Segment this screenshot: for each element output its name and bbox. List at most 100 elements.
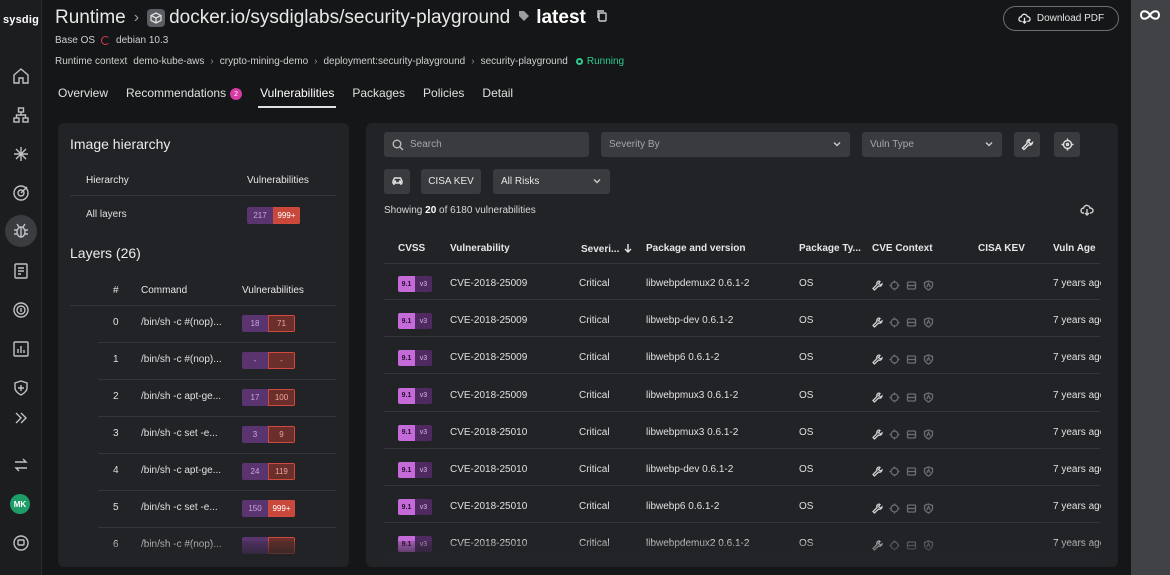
col-vulnerability[interactable]: Vulnerability xyxy=(450,243,510,254)
fix-available-icon[interactable] xyxy=(906,278,917,296)
target-icon[interactable] xyxy=(7,179,35,207)
vulnerability-id[interactable]: CVE-2018-25009 xyxy=(450,315,527,326)
context-workload[interactable]: security-playground xyxy=(481,56,568,67)
context-namespace[interactable]: crypto-mining-demo xyxy=(220,56,308,67)
fingerprint-icon[interactable] xyxy=(7,296,35,324)
exploit-wrench-icon[interactable] xyxy=(872,352,883,370)
exploit-wrench-icon[interactable] xyxy=(872,501,883,519)
crosshair-filter-button[interactable] xyxy=(1054,132,1080,157)
status-badge: Running xyxy=(575,56,624,67)
context-cluster[interactable]: demo-kube-aws xyxy=(133,56,204,67)
shield-icon[interactable] xyxy=(923,501,934,519)
fix-available-icon[interactable] xyxy=(906,464,917,482)
col-cve-context[interactable]: CVE Context xyxy=(872,243,933,254)
shield-icon[interactable] xyxy=(923,427,934,445)
exploit-wrench-icon[interactable] xyxy=(872,464,883,482)
severity-by-select[interactable]: Severity By xyxy=(601,132,850,157)
severity: Critical xyxy=(579,278,610,289)
vulnerability-id[interactable]: CVE-2018-25010 xyxy=(450,427,527,438)
layer-command[interactable]: /bin/sh -c set -e... xyxy=(141,502,218,513)
home-icon[interactable] xyxy=(7,62,35,90)
vulnerability-id[interactable]: CVE-2018-25010 xyxy=(450,464,527,475)
network-icon[interactable] xyxy=(7,140,35,168)
wrench-filter-button[interactable] xyxy=(1014,132,1040,157)
layer-command[interactable]: /bin/sh -c set -e... xyxy=(141,428,218,439)
vulnerability-id[interactable]: CVE-2018-25009 xyxy=(450,352,527,363)
layer-command[interactable]: /bin/sh -c apt-ge... xyxy=(141,465,221,476)
left-nav: sysdig MK xyxy=(0,0,42,575)
in-use-crosshair-icon[interactable] xyxy=(889,278,900,296)
vuln-type-select[interactable]: Vuln Type xyxy=(862,132,1002,157)
col-cvss[interactable]: CVSS xyxy=(398,243,425,254)
shield-icon[interactable] xyxy=(923,315,934,333)
in-use-crosshair-icon[interactable] xyxy=(889,501,900,519)
fix-available-icon[interactable] xyxy=(906,352,917,370)
exploit-wrench-icon[interactable] xyxy=(872,315,883,333)
layer-command[interactable]: /bin/sh -c apt-ge... xyxy=(141,391,221,402)
col-package[interactable]: Package and version xyxy=(646,243,746,254)
cve-context-icons xyxy=(872,315,934,333)
sysdig-logo[interactable]: sysdig xyxy=(0,14,42,26)
vulnerability-id[interactable]: CVE-2018-25009 xyxy=(450,278,527,289)
in-use-crosshair-icon[interactable] xyxy=(889,315,900,333)
avatar[interactable]: MK xyxy=(10,494,30,514)
tab-detail[interactable]: Detail xyxy=(482,86,513,108)
risks-select[interactable]: All Risks xyxy=(493,169,610,194)
tab-recommendations[interactable]: Recommendations 2 xyxy=(126,86,243,108)
package-version[interactable]: libwebp-dev 0.6.1-2 xyxy=(646,315,733,326)
runtime-filter-button[interactable] xyxy=(384,169,410,194)
package-version[interactable]: libwebpdemux2 0.6.1-2 xyxy=(646,278,749,289)
exploit-wrench-icon[interactable] xyxy=(872,390,883,408)
col-severity[interactable]: Severi... xyxy=(581,243,633,255)
package-version[interactable]: libwebp6 0.6.1-2 xyxy=(646,352,719,363)
help-chat-icon[interactable] xyxy=(7,529,35,557)
report-icon[interactable] xyxy=(7,257,35,285)
chevron-right-icon: › xyxy=(314,56,318,67)
download-pdf-button[interactable]: Download PDF xyxy=(1003,6,1119,31)
tab-policies[interactable]: Policies xyxy=(423,86,464,108)
export-cloud-icon[interactable] xyxy=(1080,203,1094,222)
vulnerability-id[interactable]: CVE-2018-25010 xyxy=(450,501,527,512)
in-use-crosshair-icon[interactable] xyxy=(889,464,900,482)
page-title: Runtime xyxy=(55,7,126,28)
exploit-wrench-icon[interactable] xyxy=(872,427,883,445)
layer-command[interactable]: /bin/sh -c #(nop)... xyxy=(141,354,222,365)
col-package-type[interactable]: Package Ty... xyxy=(799,243,861,254)
tab-packages[interactable]: Packages xyxy=(352,86,405,108)
col-vuln-age[interactable]: Vuln Age xyxy=(1053,243,1096,254)
copy-icon[interactable] xyxy=(596,9,608,27)
fix-available-icon[interactable] xyxy=(906,390,917,408)
bug-icon[interactable] xyxy=(5,215,37,247)
in-use-crosshair-icon[interactable] xyxy=(889,390,900,408)
in-use-crosshair-icon[interactable] xyxy=(889,427,900,445)
shield-icon[interactable] xyxy=(923,352,934,370)
shield-icon[interactable] xyxy=(923,390,934,408)
fix-available-icon[interactable] xyxy=(906,427,917,445)
infinity-icon[interactable] xyxy=(1139,8,1161,22)
vulnerability-id[interactable]: CVE-2018-25009 xyxy=(450,390,527,401)
exploit-wrench-icon[interactable] xyxy=(872,278,883,296)
shield-icon[interactable] xyxy=(923,464,934,482)
package-version[interactable]: libwebpmux3 0.6.1-2 xyxy=(646,390,738,401)
shield-icon[interactable] xyxy=(923,278,934,296)
context-deployment[interactable]: deployment:security-playground xyxy=(323,56,465,67)
tab-vulnerabilities[interactable]: Vulnerabilities xyxy=(258,86,337,108)
chart-icon[interactable] xyxy=(7,335,35,363)
in-use-crosshair-icon[interactable] xyxy=(889,352,900,370)
package-version[interactable]: libwebp6 0.6.1-2 xyxy=(646,501,719,512)
cisa-kev-filter[interactable]: CISA KEV xyxy=(421,169,481,194)
search-input[interactable]: Search xyxy=(384,132,589,157)
sync-icon[interactable] xyxy=(7,451,35,479)
tab-overview[interactable]: Overview xyxy=(58,86,108,108)
layer-command[interactable]: /bin/sh -c #(nop)... xyxy=(141,317,222,328)
base-os-value: debian 10.3 xyxy=(116,35,169,46)
all-layers-label[interactable]: All layers xyxy=(86,209,127,220)
expand-chevrons-icon[interactable] xyxy=(7,404,35,432)
fix-available-icon[interactable] xyxy=(906,501,917,519)
hierarchy-icon[interactable] xyxy=(7,101,35,129)
package-version[interactable]: libwebpmux3 0.6.1-2 xyxy=(646,427,738,438)
fix-available-icon[interactable] xyxy=(906,315,917,333)
package-version[interactable]: libwebp-dev 0.6.1-2 xyxy=(646,464,733,475)
shield-plus-icon[interactable] xyxy=(7,374,35,402)
col-cisa-kev[interactable]: CISA KEV xyxy=(978,243,1025,254)
